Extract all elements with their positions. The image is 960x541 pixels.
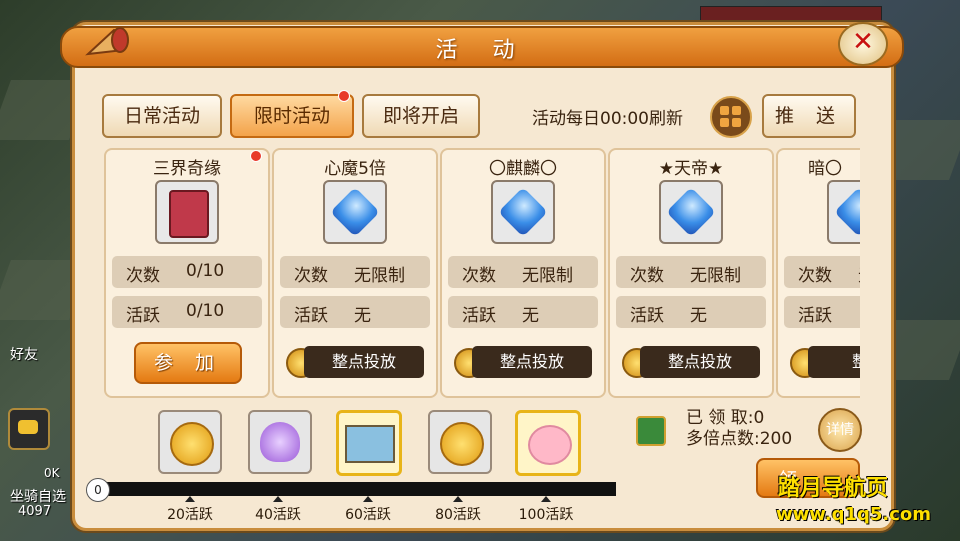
- card-title: 三界奇缘: [153, 159, 221, 179]
- hourly-drop-label: 整点投放: [472, 346, 592, 378]
- book-icon: [155, 180, 219, 244]
- multiplier-points: 多倍点数:200: [686, 429, 793, 449]
- count-row: 次数 无限制: [616, 256, 766, 288]
- gem-icon: [659, 180, 723, 244]
- claimed-count: 已 领 取:0: [686, 408, 765, 428]
- count-row: 次数 0/10: [112, 256, 262, 288]
- hourly-drop-label: 整点: [808, 346, 860, 378]
- horn-icon: [85, 27, 129, 56]
- card-title: ★天帝★: [658, 159, 724, 179]
- tick-mark: [453, 496, 463, 502]
- notification-dot: [338, 90, 350, 102]
- friend-label[interactable]: 好友: [10, 344, 38, 364]
- milestone-label: 20活跃: [167, 507, 213, 523]
- join-button[interactable]: 参 加: [134, 342, 242, 384]
- push-button[interactable]: 推 送: [762, 94, 856, 138]
- title-bar: 活 动: [60, 26, 904, 68]
- refresh-text: 活动每日00:00刷新: [532, 109, 683, 129]
- count-row: 次数 无限制: [280, 256, 430, 288]
- active-row: 活跃 0/10: [112, 296, 262, 328]
- tick-mark: [185, 496, 195, 502]
- window-title: 活 动: [435, 38, 529, 63]
- notification-dot: [250, 150, 262, 162]
- tab-daily[interactable]: 日常活动: [102, 94, 222, 138]
- chat-icon[interactable]: [8, 408, 50, 450]
- card-title: 暗〇: [808, 159, 842, 179]
- active-row: 活跃无: [280, 296, 430, 328]
- active-row: 活跃无: [616, 296, 766, 328]
- gem-icon: [323, 180, 387, 244]
- activity-card[interactable]: ★天帝★ 次数 无限制 活跃无 整点投放: [608, 148, 774, 398]
- tab-upcoming[interactable]: 即将开启: [362, 94, 480, 138]
- milestone-label: 100活跃: [518, 507, 574, 523]
- card-title: 〇麒麟〇: [489, 159, 557, 179]
- detail-button[interactable]: 详情: [818, 408, 862, 452]
- milestone-label: 40活跃: [255, 507, 301, 523]
- reward-pig-icon[interactable]: [515, 410, 581, 476]
- watermark-url: www.q1q5.com: [776, 504, 932, 525]
- tick-mark: [541, 496, 551, 502]
- gem-icon: [827, 180, 860, 244]
- tab-limited[interactable]: 限时活动: [230, 94, 354, 138]
- milestone-label: 60活跃: [345, 507, 391, 523]
- stats-panel: 已 领 取:0 多倍点数:200: [686, 408, 792, 450]
- ok-label: 0K: [44, 466, 60, 480]
- active-row: 活跃: [784, 296, 860, 328]
- activity-card[interactable]: 三界奇缘 次数 0/10 活跃 0/10 参 加: [104, 148, 270, 398]
- gem-icon: [491, 180, 555, 244]
- progress-start: 0: [86, 478, 110, 502]
- card-title: 心魔5倍: [324, 159, 386, 179]
- multiplier-icon: [636, 416, 666, 446]
- count-row: 次数无: [784, 256, 860, 288]
- watermark-title: 踏月导航页: [778, 476, 889, 501]
- hourly-drop-label: 整点投放: [640, 346, 760, 378]
- count-row: 次数 无限制: [448, 256, 598, 288]
- close-icon: ✕: [852, 27, 874, 57]
- activity-progress-bar: [98, 482, 616, 496]
- reward-coin-icon[interactable]: [158, 410, 222, 474]
- tick-mark: [363, 496, 373, 502]
- milestone-label: 80活跃: [435, 507, 481, 523]
- reward-coin-icon[interactable]: [428, 410, 492, 474]
- exp-bar: [700, 6, 882, 22]
- mount-label[interactable]: 坐骑自选: [10, 486, 66, 506]
- activity-card[interactable]: 暗〇 次数无 活跃 整点: [776, 148, 860, 398]
- grid-menu-icon[interactable]: [710, 96, 752, 138]
- activity-card[interactable]: 〇麒麟〇 次数 无限制 活跃无 整点投放: [440, 148, 606, 398]
- active-row: 活跃无: [448, 296, 598, 328]
- reward-bag-icon[interactable]: [248, 410, 312, 474]
- reward-scroll-icon[interactable]: [336, 410, 402, 476]
- tick-mark: [273, 496, 283, 502]
- activity-card[interactable]: 心魔5倍 次数 无限制 活跃无 整点投放: [272, 148, 438, 398]
- close-button[interactable]: ✕: [838, 22, 888, 66]
- activity-cards: 三界奇缘 次数 0/10 活跃 0/10 参 加 心魔5倍 次数 无限制 活跃无 整点…: [104, 148, 860, 398]
- hourly-drop-label: 整点投放: [304, 346, 424, 378]
- number-label: 4097: [18, 504, 52, 519]
